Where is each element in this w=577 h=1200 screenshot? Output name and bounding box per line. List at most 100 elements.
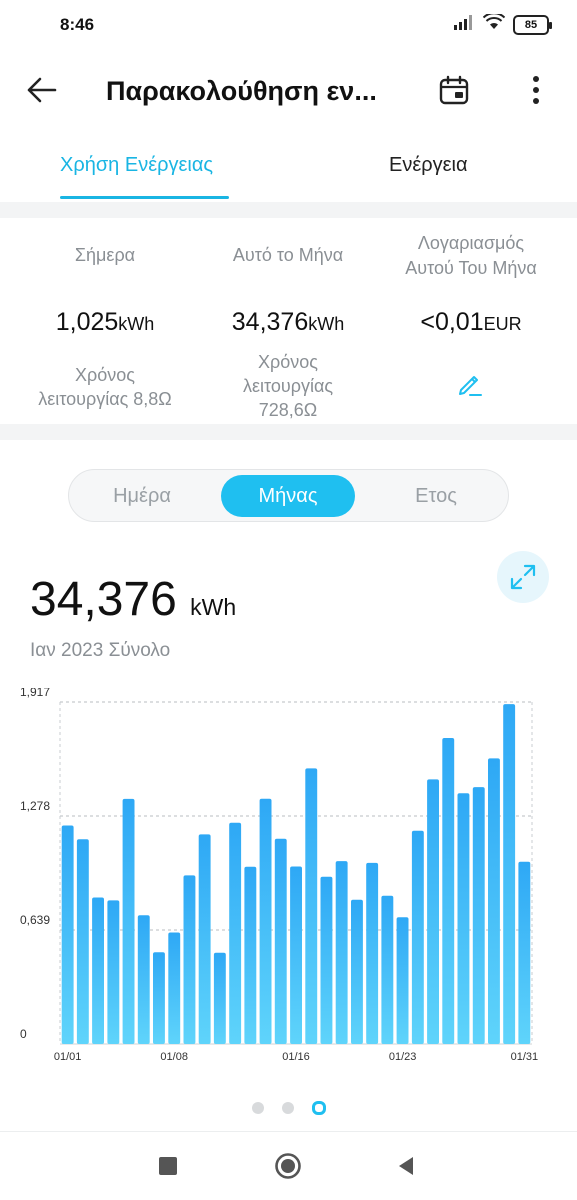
triangle-back-icon [399, 1157, 413, 1175]
back-button[interactable] [20, 68, 64, 112]
today-runtime-line2: λειτουργίας 8,8Ω [38, 389, 172, 409]
chart-bar-01/15[interactable] [274, 838, 287, 1044]
chart-bar-01/08[interactable] [168, 932, 181, 1045]
y-tick-label: 1,278 [20, 799, 50, 813]
bill-label: Λογαριασμός Αυτού Του Μήνα [384, 231, 558, 281]
x-tick-label: 01/16 [282, 1051, 310, 1063]
month-energy-value: 34,376kWh [208, 308, 368, 337]
chart-bar-01/12[interactable] [229, 822, 242, 1044]
period-month-option[interactable]: Μήνας [221, 475, 355, 517]
total-period-label: Ιαν 2023 Σύνολο [30, 640, 171, 661]
page-dot-2[interactable] [281, 1102, 294, 1114]
tab-energy-usage[interactable]: Χρήση Ενέργειας [60, 154, 213, 177]
chart-bar-01/04[interactable] [107, 900, 120, 1044]
expand-chart-button[interactable] [497, 551, 549, 603]
energy-bar-chart: 0 0,639 1,278 1,917 01/01 01/08 01/16 01/23 01/3… [20, 688, 539, 1063]
arrow-left-icon [27, 77, 57, 103]
chart-bar-01/14[interactable] [259, 798, 272, 1044]
bill-label-line1: Λογαριασμός [417, 233, 525, 253]
period-year-option[interactable]: Ετος [369, 475, 503, 517]
chart-bar-01/23[interactable] [396, 917, 409, 1044]
back-nav-button[interactable] [390, 1150, 422, 1182]
today-runtime-line1: Χρόνος [75, 365, 135, 385]
chart-bar-01/10[interactable] [198, 834, 211, 1044]
status-bar: 8:46 85 [0, 0, 577, 52]
bill-value: <0,01EUR [384, 308, 558, 337]
total-energy-unit: kWh [190, 594, 237, 620]
expand-icon [510, 564, 536, 590]
wifi-icon [482, 12, 506, 35]
chart-bar-01/13[interactable] [244, 866, 257, 1044]
y-tick-label: 0,639 [20, 913, 50, 927]
calendar-icon [439, 75, 469, 105]
tab-energy[interactable]: Ενέργεια [389, 154, 468, 177]
x-tick-label: 01/01 [54, 1051, 82, 1063]
chart-bar-01/17[interactable] [305, 768, 318, 1044]
chart-bar-01/11[interactable] [213, 952, 226, 1044]
active-tab-indicator [60, 196, 229, 199]
status-time: 8:46 [60, 15, 95, 34]
section-divider-2 [0, 424, 577, 440]
chart-bar-01/30[interactable] [503, 704, 516, 1044]
y-tick-label: 1,917 [20, 688, 50, 699]
chart-bar-01/20[interactable] [351, 899, 363, 1044]
square-icon [159, 1157, 177, 1175]
period-day-option[interactable]: Ημέρα [75, 475, 209, 517]
chart-bar-01/26[interactable] [442, 738, 455, 1044]
chart-bar-01/01[interactable] [61, 825, 74, 1045]
chart-bar-01/09[interactable] [183, 875, 196, 1044]
home-button[interactable] [272, 1150, 304, 1182]
battery-icon: 85 [513, 14, 552, 35]
page-dot-3-active[interactable] [311, 1101, 326, 1115]
chart-bar-01/19[interactable] [335, 861, 348, 1044]
month-runtime-line2: λειτουργίας [242, 376, 334, 396]
today-value-unit: kWh [118, 314, 155, 334]
month-runtime: Χρόνος λειτουργίας 728,6Ω [208, 350, 368, 422]
total-energy-number: 34,376 [30, 573, 177, 626]
chart-bar-01/27[interactable] [457, 793, 470, 1044]
chart-bar-01/16[interactable] [290, 866, 302, 1045]
total-energy: 34,376 kWh [30, 572, 236, 627]
month-value-unit: kWh [308, 314, 345, 334]
x-tick-label: 01/23 [389, 1051, 417, 1063]
x-tick-label: 01/31 [511, 1051, 539, 1063]
chart-bar-01/21[interactable] [366, 862, 379, 1044]
chart-bar-01/29[interactable] [488, 758, 500, 1044]
recents-button[interactable] [152, 1150, 184, 1182]
bill-label-line2: Αυτού Του Μήνα [405, 258, 537, 278]
chart-bar-01/06[interactable] [137, 915, 150, 1044]
app-bar: Παρακολούθηση εν... [0, 52, 577, 128]
today-value-number: 1,025 [55, 308, 119, 336]
page-dot-1[interactable] [251, 1102, 264, 1114]
chart-bar-01/02[interactable] [76, 839, 89, 1044]
chart-bar-01/22[interactable] [381, 895, 394, 1044]
period-selector: Ημέρα Μήνας Ετος [68, 469, 509, 522]
chart-bar-01/25[interactable] [427, 779, 439, 1044]
page-indicator [0, 1098, 577, 1118]
chart-bar-01/28[interactable] [472, 787, 485, 1044]
month-runtime-line1: Χρόνος [258, 352, 318, 372]
section-divider [0, 202, 577, 218]
month-label: Αυτό το Μήνα [232, 245, 344, 265]
bill-value-unit: EUR [483, 314, 522, 334]
chart-bar-01/07[interactable] [153, 952, 165, 1044]
today-label: Σήμερα [74, 245, 136, 265]
x-tick-label: 01/08 [160, 1051, 188, 1063]
chart-bar-01/18[interactable] [320, 876, 333, 1044]
chart-bar-01/31[interactable] [518, 861, 531, 1044]
month-value-number: 34,376 [231, 308, 309, 336]
edit-price-button[interactable] [452, 366, 488, 402]
page-title: Παρακολούθηση εν... [106, 76, 377, 106]
more-options-button[interactable] [514, 68, 558, 112]
system-nav-bar [0, 1131, 577, 1200]
chart-bar-01/24[interactable] [411, 830, 424, 1044]
chart-bar-01/03[interactable] [92, 897, 104, 1045]
tab-bar: Χρήση Ενέργειας Ενέργεια [0, 140, 577, 202]
y-tick-label: 0 [20, 1027, 27, 1041]
status-icons: 85 [453, 12, 552, 35]
more-vertical-icon [533, 76, 539, 104]
pencil-icon [459, 376, 482, 396]
bill-value-number: <0,01 [420, 308, 484, 336]
chart-bar-01/05[interactable] [122, 798, 135, 1044]
calendar-button[interactable] [432, 68, 476, 112]
